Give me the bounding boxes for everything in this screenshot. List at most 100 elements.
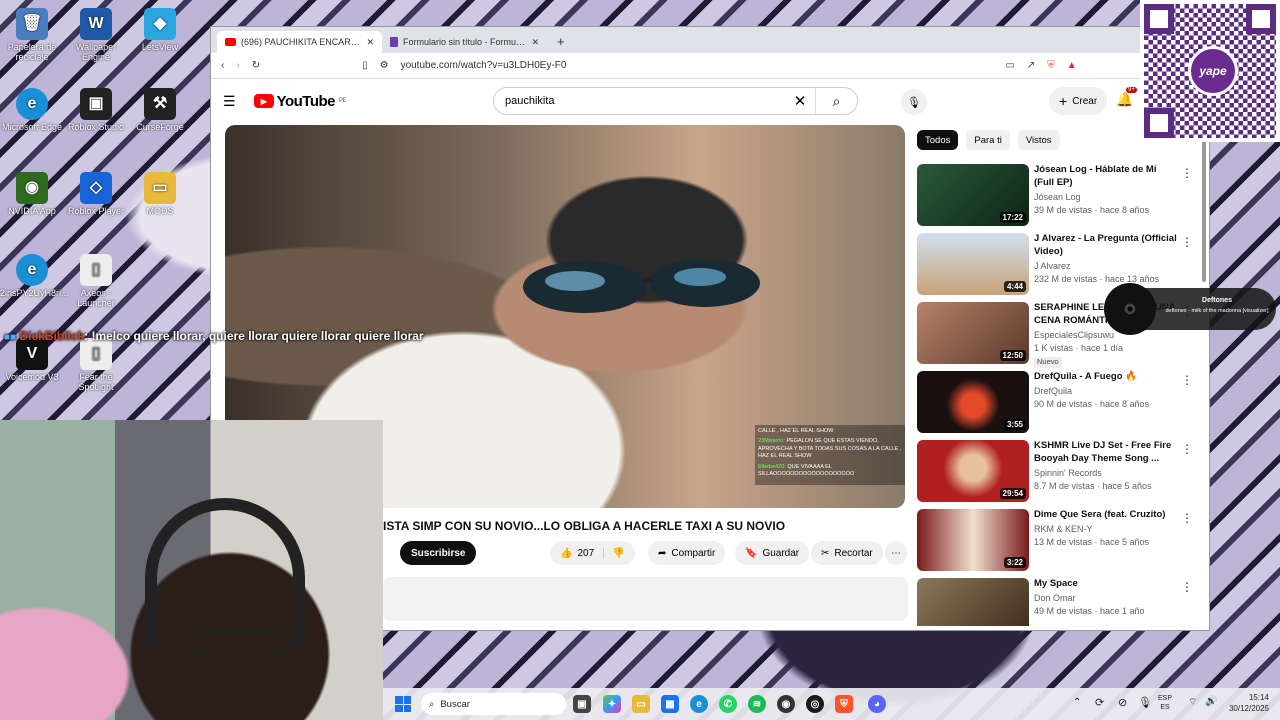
wifi-icon[interactable]: ⌔ <box>1188 696 1197 709</box>
recommendation-item[interactable]: 3:55 DrefQuila - A Fuego 🔥 DrefQuila 90 … <box>917 371 1197 440</box>
bookmark-icon[interactable]: ▯ <box>362 60 368 71</box>
forward-icon[interactable]: › <box>236 60 239 71</box>
reload-icon[interactable]: ↻ <box>252 60 260 71</box>
site-info-icon[interactable]: ⚙ <box>380 60 389 71</box>
task-view-icon[interactable]: ▣ <box>573 695 591 713</box>
recommendation-item[interactable]: 29:54 KSHMR Live DJ Set - Free Fire Booy… <box>917 440 1197 509</box>
recommendation-title[interactable]: J Alvarez - La Pregunta (Official Video) <box>1034 233 1177 259</box>
subscribe-button[interactable]: Suscribirse <box>400 541 477 565</box>
store-icon[interactable]: ▦ <box>661 695 679 713</box>
voice-search-button[interactable]: 🎙 <box>901 89 927 115</box>
channel-name[interactable]: EspecialesClipsuwu <box>1034 329 1177 342</box>
discord-icon[interactable]: ◕ <box>868 695 886 713</box>
more-options-icon[interactable]: ⋮ <box>1181 166 1193 180</box>
like-button[interactable]: 👍 207 👎 <box>550 541 635 565</box>
brave-shield-icon[interactable]: ⛨ <box>1047 60 1055 71</box>
channel-name[interactable]: RKM & KEN-Y <box>1034 523 1177 536</box>
channel-name[interactable]: Spinnin' Records <box>1034 467 1177 480</box>
desktop-icon-letsview[interactable]: ◆ LetsView <box>128 8 192 53</box>
desktop-icon-nvidia[interactable]: ◉ NVIDIA App <box>0 172 64 217</box>
tray-chevron-icon[interactable]: ⌃ <box>1073 697 1081 708</box>
channel-name[interactable]: J Alvarez <box>1034 260 1177 273</box>
desktop-icon-axeos[interactable]: ▯ Axeos - Launcher <box>64 254 128 309</box>
video-thumbnail[interactable]: 4:44 <box>917 233 1029 295</box>
close-tab-icon[interactable]: ✕ <box>531 37 539 48</box>
create-button[interactable]: + Crear <box>1049 87 1108 115</box>
desktop-icon-voicemod[interactable]: V Voicemod V3 <box>0 338 64 383</box>
language-indicator[interactable]: ESP ES <box>1158 694 1172 712</box>
new-tab-button[interactable]: + <box>547 34 575 53</box>
desktop-icon-roblox-player[interactable]: ◇ Roblox Player <box>64 172 128 217</box>
tray-network-icon[interactable]: ⟳ <box>1095 696 1104 709</box>
extensions-icon[interactable]: ▭ <box>1005 60 1014 71</box>
channel-name[interactable]: Don Omar <box>1034 592 1177 605</box>
tray-mute-icon[interactable]: ⊘ <box>1118 696 1127 709</box>
close-tab-icon[interactable]: ✕ <box>366 37 374 48</box>
more-options-icon[interactable]: ⋮ <box>1181 511 1193 525</box>
video-thumbnail[interactable]: 29:54 <box>917 440 1029 502</box>
save-button[interactable]: 🔖 Guardar <box>735 541 810 565</box>
share-button[interactable]: ➦ Compartir <box>648 541 726 565</box>
recommendation-title[interactable]: DrefQuila - A Fuego 🔥 <box>1034 371 1177 384</box>
xbox-icon[interactable]: ◎ <box>806 695 824 713</box>
more-options-icon[interactable]: ⋮ <box>1181 442 1193 456</box>
volume-icon[interactable]: 🔊 <box>1205 696 1217 707</box>
channel-name[interactable]: Jósean Log <box>1034 191 1177 204</box>
clear-search-icon[interactable]: ✕ <box>785 92 815 110</box>
recommendation-title[interactable]: Jósean Log - Háblate de Mí (Full EP) <box>1034 164 1177 190</box>
scrollbar[interactable] <box>1202 127 1206 282</box>
desktop-icon-fear-the-spotlight[interactable]: ▯ Fear the Spotlight <box>64 338 128 393</box>
chip-watched[interactable]: Vistos <box>1017 130 1060 150</box>
dislike-button[interactable]: 👎 <box>603 547 625 559</box>
description-box[interactable] <box>383 577 908 621</box>
copilot-icon[interactable]: ✦ <box>603 695 621 713</box>
url-field[interactable]: youtube.com/watch?v=u3LDH0Ey-F0 <box>401 60 994 71</box>
file-explorer-icon[interactable]: ▭ <box>632 695 650 713</box>
video-thumbnail[interactable]: 12:50 <box>917 302 1029 364</box>
search-button[interactable]: ⌕ <box>815 88 857 114</box>
share-icon[interactable]: ↗ <box>1027 60 1035 71</box>
desktop-icon-recycle-bin[interactable]: 🗑 Papelera de reciclaje <box>0 8 64 63</box>
menu-icon[interactable]: ☰ <box>223 93 236 110</box>
more-options-icon[interactable]: ⋮ <box>1181 373 1193 387</box>
video-thumbnail[interactable] <box>917 578 1029 626</box>
more-options-icon[interactable]: ⋮ <box>1181 580 1193 594</box>
channel-name[interactable]: DrefQuila <box>1034 385 1177 398</box>
more-options-icon[interactable]: ⋮ <box>1181 235 1193 249</box>
rewards-icon[interactable]: ▲ <box>1067 60 1077 71</box>
spotify-icon[interactable]: ≋ <box>748 695 766 713</box>
recommendation-title[interactable]: Dime Que Sera (feat. Cruzito) <box>1034 509 1177 522</box>
desktop-icon-edge[interactable]: e Microsoft Edge <box>0 88 64 133</box>
more-actions-button[interactable]: ⋯ <box>885 541 907 565</box>
recommendation-title[interactable]: KSHMR Live DJ Set - Free Fire Booyah Day… <box>1034 440 1177 466</box>
desktop-icon-wallpaper-engine[interactable]: W Wallpaper Engine <box>64 8 128 63</box>
edge-taskbar-icon[interactable]: e <box>690 695 708 713</box>
taskbar-search[interactable]: ⌕ Buscar <box>421 693 566 715</box>
recommendation-item[interactable]: 17:22 Jósean Log - Háblate de Mí (Full E… <box>917 164 1197 233</box>
back-icon[interactable]: ‹ <box>221 60 224 71</box>
tab-forms[interactable]: Formulario sin título - Formularios de..… <box>382 31 547 53</box>
video-thumbnail[interactable]: 3:22 <box>917 509 1029 571</box>
recommendation-item[interactable]: 3:22 Dime Que Sera (feat. Cruzito) RKM &… <box>917 509 1197 578</box>
recommendation-title[interactable]: My Space <box>1034 578 1177 591</box>
chip-for-you[interactable]: Para ti <box>966 130 1010 150</box>
desktop-icon-roblox-studio[interactable]: ▣ Roblox Studio <box>64 88 128 133</box>
video-thumbnail[interactable]: 17:22 <box>917 164 1029 226</box>
clip-button[interactable]: ✂ Recortar <box>811 541 883 565</box>
tray-mic-icon[interactable]: 🎙 <box>1138 696 1152 709</box>
video-thumbnail[interactable]: 3:55 <box>917 371 1029 433</box>
whatsapp-icon[interactable]: ✆ <box>719 695 737 713</box>
notifications-button[interactable]: 🔔 9+ <box>1116 87 1137 108</box>
brave-icon[interactable]: ⛨ <box>835 695 853 713</box>
tab-youtube[interactable]: (696) PAUCHIKITA ENCARA T... ✕ <box>217 31 382 53</box>
start-button[interactable] <box>395 696 411 712</box>
desktop-icon-edge-shortcut[interactable]: e 2insPY2UyH8ri... <box>0 254 69 299</box>
desktop-icon-mods-folder[interactable]: ▭ MODS <box>128 172 192 217</box>
steam-icon[interactable]: ◉ <box>777 695 795 713</box>
desktop-icon-curseforge[interactable]: ⚒ CurseForge <box>128 88 192 133</box>
clock[interactable]: 15:14 30/12/2025 <box>1221 693 1269 715</box>
chip-all[interactable]: Todos <box>917 130 959 150</box>
youtube-logo[interactable]: ▶ YouTube PE <box>253 93 347 110</box>
recommendation-item[interactable]: My Space Don Omar 49 M de vistas · hace … <box>917 578 1197 626</box>
search-input[interactable]: pauchikita <box>505 95 785 107</box>
